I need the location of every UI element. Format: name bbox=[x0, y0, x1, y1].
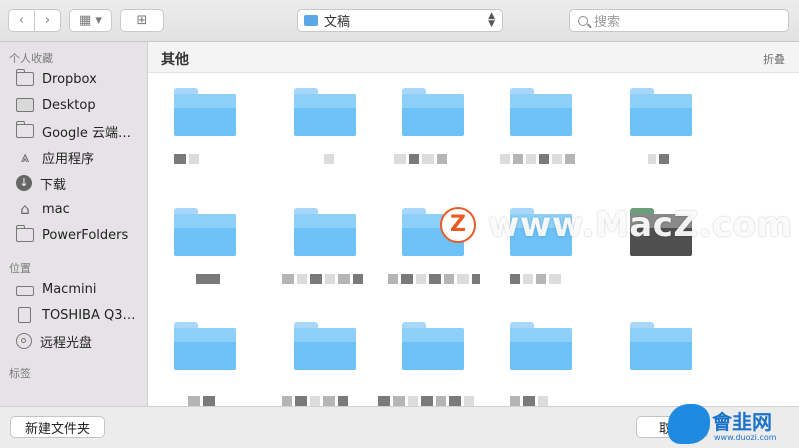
corner-watermark: 會韭网 www.duozi.com bbox=[668, 402, 798, 448]
folder-label bbox=[394, 154, 447, 164]
folder-item[interactable] bbox=[174, 88, 236, 136]
sidebar-item-label: TOSHIBA Q3… bbox=[42, 307, 136, 323]
sidebar: 个人收藏 Dropbox Desktop Google 云端… ⩓ 应用程序 ↓… bbox=[0, 42, 148, 406]
forward-button[interactable]: › bbox=[34, 10, 60, 31]
folder-item[interactable] bbox=[402, 88, 464, 136]
folder-icon bbox=[304, 15, 318, 26]
folder-label bbox=[174, 154, 199, 164]
sidebar-item-label: PowerFolders bbox=[42, 227, 129, 243]
new-folder-button[interactable]: 新建文件夹 bbox=[10, 416, 105, 438]
sidebar-item-label: Desktop bbox=[42, 97, 96, 113]
folder-label bbox=[388, 274, 480, 284]
search-placeholder: 搜索 bbox=[594, 15, 621, 30]
folder-item[interactable] bbox=[630, 88, 692, 136]
sidebar-item-label: 下载 bbox=[40, 177, 67, 193]
sidebar-item-downloads[interactable]: ↓ 下载 bbox=[16, 173, 144, 193]
sidebar-item-label: Google 云端… bbox=[42, 125, 131, 141]
computer-icon bbox=[16, 285, 34, 296]
folder-item[interactable] bbox=[402, 322, 464, 370]
updown-arrows-icon: ▲ ▼ bbox=[488, 11, 495, 29]
folder-label bbox=[648, 154, 669, 164]
file-dialog-window: ‹ › ▦ ▾ ⊞ 文稿 ▲ ▼ 搜索 个人收藏 Dropbox Desktop … bbox=[0, 0, 799, 448]
folder-item[interactable] bbox=[294, 322, 356, 370]
sidebar-item-label: Macmini bbox=[42, 281, 97, 297]
home-icon: ⌂ bbox=[20, 200, 30, 218]
folder-icon bbox=[16, 225, 34, 242]
folder-item[interactable] bbox=[294, 88, 356, 136]
watermark-text: www.MacZ.com bbox=[488, 205, 793, 245]
sidebar-item-label: mac bbox=[42, 201, 70, 217]
folder-label bbox=[324, 154, 334, 164]
macz-logo-icon: Z bbox=[440, 207, 476, 243]
sidebar-section-locations: 位置 bbox=[9, 262, 31, 275]
applications-icon: ⩓ bbox=[20, 148, 30, 166]
folder-label bbox=[282, 396, 348, 406]
folder-label bbox=[188, 396, 215, 406]
location-popup[interactable]: 文稿 ▲ ▼ bbox=[297, 9, 503, 32]
drive-icon bbox=[18, 307, 31, 323]
folder-label bbox=[500, 154, 575, 164]
group-header: 其他 折叠 bbox=[148, 42, 799, 73]
sidebar-item-label: 远程光盘 bbox=[40, 335, 93, 351]
sidebar-item-google-drive[interactable]: Google 云端… bbox=[16, 121, 144, 141]
search-icon bbox=[578, 15, 588, 26]
search-field[interactable]: 搜索 bbox=[569, 9, 789, 32]
folder-label bbox=[378, 396, 474, 406]
sidebar-item-label: 应用程序 bbox=[42, 151, 95, 167]
folder-icon bbox=[16, 69, 34, 86]
sidebar-section-tags: 标签 bbox=[9, 367, 31, 380]
watermark: Z www.MacZ.com bbox=[440, 203, 792, 247]
back-button[interactable]: ‹ bbox=[9, 10, 34, 31]
collapse-button[interactable]: 折叠 bbox=[763, 51, 785, 67]
sidebar-item-label: Dropbox bbox=[42, 71, 97, 87]
sidebar-item-home[interactable]: ⌂ mac bbox=[16, 199, 144, 219]
folder-item[interactable] bbox=[174, 208, 236, 256]
sidebar-item-applications[interactable]: ⩓ 应用程序 bbox=[16, 147, 144, 167]
view-mode-button[interactable]: ▦ ▾ bbox=[69, 9, 112, 32]
folder-item[interactable] bbox=[510, 322, 572, 370]
corner-watermark-sub: www.duozi.com bbox=[714, 433, 777, 442]
corner-watermark-text: 會韭网 bbox=[712, 410, 772, 434]
sidebar-item-remote-disc[interactable]: 远程光盘 bbox=[16, 331, 144, 351]
desktop-icon bbox=[16, 98, 34, 112]
nav-buttons: ‹ › bbox=[8, 9, 61, 32]
group-title: 其他 bbox=[161, 52, 189, 68]
sidebar-section-favorites: 个人收藏 bbox=[9, 52, 53, 65]
folder-item[interactable] bbox=[510, 88, 572, 136]
folder-icon bbox=[16, 121, 34, 138]
chevron-left-icon: ‹ bbox=[18, 13, 25, 28]
folder-label bbox=[510, 274, 561, 284]
shark-logo-icon bbox=[668, 404, 710, 444]
disc-icon bbox=[16, 333, 32, 349]
sidebar-item-toshiba[interactable]: TOSHIBA Q3… bbox=[16, 305, 144, 325]
folder-item[interactable] bbox=[294, 208, 356, 256]
location-label: 文稿 bbox=[324, 15, 351, 30]
toolbar: ‹ › ▦ ▾ ⊞ 文稿 ▲ ▼ 搜索 bbox=[0, 0, 799, 42]
sidebar-item-powerfolders[interactable]: PowerFolders bbox=[16, 225, 144, 245]
chevron-right-icon: › bbox=[44, 13, 51, 28]
new-folder-icon: ⊞ bbox=[136, 13, 148, 28]
grid-view-icon: ▦ ▾ bbox=[79, 13, 102, 28]
sidebar-item-macmini[interactable]: Macmini bbox=[16, 279, 144, 299]
folder-label bbox=[510, 396, 548, 406]
folder-label bbox=[196, 274, 220, 284]
downloads-icon: ↓ bbox=[16, 175, 32, 191]
folder-label bbox=[282, 274, 363, 284]
toolbar-new-folder-button[interactable]: ⊞ bbox=[120, 9, 164, 32]
folder-item[interactable] bbox=[174, 322, 236, 370]
sidebar-item-dropbox[interactable]: Dropbox bbox=[16, 69, 144, 89]
folder-item[interactable] bbox=[630, 322, 692, 370]
sidebar-item-desktop[interactable]: Desktop bbox=[16, 95, 144, 115]
